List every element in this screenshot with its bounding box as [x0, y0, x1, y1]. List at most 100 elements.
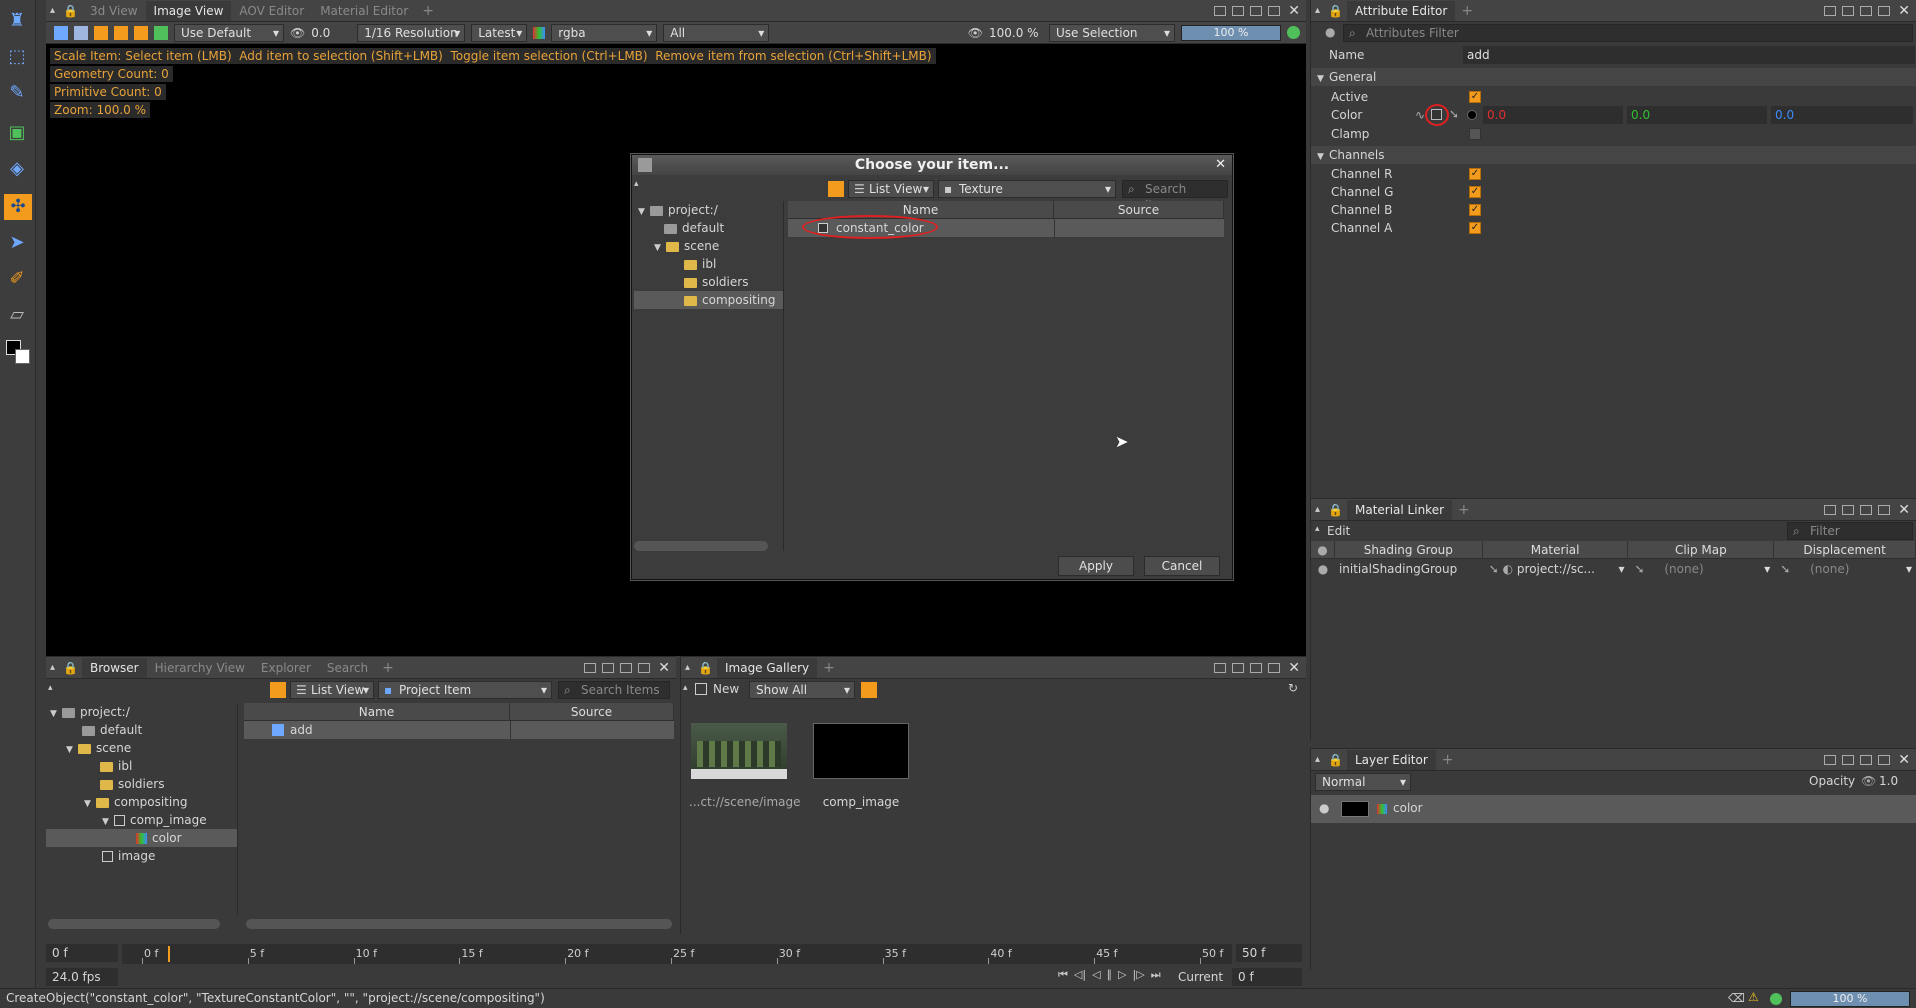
ae-lock-icon[interactable]: 🔒 — [1324, 4, 1347, 18]
first-frame-icon[interactable]: ⏮ — [1058, 968, 1068, 982]
picker-tool-icon[interactable]: ✎ — [6, 82, 28, 104]
split-icon[interactable] — [1250, 5, 1263, 16]
exposure-field[interactable]: 0.0 — [311, 26, 351, 40]
ig-split-icon[interactable] — [1250, 662, 1263, 673]
br-type-filter-select[interactable]: ▪ Project Item — [378, 681, 552, 699]
blend-mode-select[interactable]: Normal — [1315, 773, 1411, 791]
ig-collapse-icon[interactable]: ▴ — [681, 662, 694, 673]
br-tree-image[interactable]: image — [46, 847, 237, 865]
br-col-source[interactable]: Source — [510, 703, 674, 721]
dialog-col-name[interactable]: Name — [788, 201, 1054, 219]
select-tool-icon[interactable]: ➤ — [6, 232, 28, 254]
ml-minimize-icon[interactable] — [1842, 504, 1855, 515]
color-g-field[interactable]: 0.0 — [1627, 106, 1767, 124]
status-warning-icon[interactable]: ⚠ — [1748, 990, 1759, 1004]
le-split-icon[interactable] — [1860, 754, 1873, 765]
dialog-browse-icon[interactable] — [828, 181, 844, 197]
ml-col-clip-map[interactable]: Clip Map — [1628, 541, 1775, 559]
save-icon[interactable] — [74, 25, 88, 40]
curve-icon[interactable]: ∿ — [1415, 108, 1425, 122]
next-key-icon[interactable]: |▷ — [1133, 968, 1145, 982]
ml-row-clip-map-select[interactable]: ➘ (none) ▾ — [1628, 559, 1774, 579]
dialog-tree-scene[interactable]: ▼ scene — [634, 237, 783, 255]
ae-channels-section[interactable]: ▼ Channels — [1311, 146, 1916, 164]
prev-key-icon[interactable]: ◁| — [1074, 968, 1086, 982]
render-icon[interactable] — [54, 25, 68, 40]
dialog-list-row[interactable]: constant_color — [788, 215, 1224, 239]
timeline-end-field[interactable]: 50 f — [1236, 944, 1302, 962]
ml-filter-input[interactable]: ⌕ Filter — [1787, 522, 1913, 540]
layer-row[interactable]: ● color — [1311, 795, 1916, 823]
tab-material-linker[interactable]: Material Linker — [1346, 499, 1453, 520]
le-collapse-icon[interactable]: ▴ — [1311, 754, 1324, 765]
ml-edit-label[interactable]: Edit — [1327, 524, 1350, 538]
color-swatch[interactable] — [1467, 110, 1477, 120]
ae-collapse-icon[interactable]: ▴ — [1311, 5, 1324, 16]
le-add-tab-icon[interactable]: + — [1436, 752, 1460, 768]
br-tree-ibl[interactable]: ibl — [46, 757, 237, 775]
ml-close-icon[interactable]: ✕ — [1898, 502, 1910, 518]
playhead[interactable] — [168, 946, 170, 962]
zoom-field[interactable]: 100.0 % — [989, 26, 1043, 40]
ml-layout-icon[interactable] — [1824, 504, 1837, 515]
maximize-icon[interactable] — [1268, 5, 1281, 16]
tab-hierarchy-view[interactable]: Hierarchy View — [147, 658, 253, 678]
br-collapse-icon[interactable]: ▴ — [46, 662, 59, 673]
play-icon[interactable]: ▷ — [1118, 968, 1126, 982]
dialog-tree-default[interactable]: default — [634, 219, 783, 237]
br-tree-color[interactable]: color — [46, 829, 237, 847]
color-r-field[interactable]: 0.0 — [1483, 106, 1623, 124]
ml-row[interactable]: ● initialShadingGroup ➘ ◐ project://sc..… — [1311, 559, 1916, 579]
new-button[interactable]: New — [713, 682, 739, 696]
current-frame-field[interactable]: 0 f — [1232, 968, 1302, 986]
br-tree-comp-image[interactable]: ▼ comp_image — [46, 811, 237, 829]
ml-col-shading-group[interactable]: Shading Group — [1334, 541, 1483, 559]
ig-close-icon[interactable]: ✕ — [1288, 660, 1300, 676]
br-view-mode-select[interactable]: ☰ List View — [290, 681, 374, 699]
overlay-icon[interactable] — [114, 25, 128, 40]
le-lock-icon[interactable]: 🔒 — [1324, 753, 1347, 767]
br-add-tab-icon[interactable]: + — [376, 660, 400, 676]
ml-row-eye-icon[interactable]: ● — [1311, 559, 1335, 579]
gallery-item-2[interactable]: comp_image — [811, 723, 911, 809]
cancel-button[interactable]: Cancel — [1144, 556, 1220, 576]
br-lock-icon[interactable]: 🔒 — [59, 661, 82, 675]
br-browse-icon[interactable] — [270, 682, 286, 698]
render-tool-icon[interactable]: ♜ — [6, 10, 28, 32]
gallery-item-1[interactable]: ...ct://scene/image — [689, 723, 801, 809]
dialog-tree-compositing[interactable]: compositing — [634, 291, 783, 309]
snapshot-icon[interactable] — [154, 25, 168, 40]
arrow-icon[interactable]: ➘ — [1449, 107, 1459, 121]
layer-select[interactable]: All — [663, 23, 770, 42]
br-tree-scrollbar[interactable] — [48, 919, 220, 929]
eye-icon[interactable]: 👁 — [290, 26, 305, 40]
ml-col-displacement[interactable]: Displacement — [1774, 541, 1916, 559]
apply-button[interactable]: Apply — [1058, 556, 1134, 576]
ae-channel-b-checkbox[interactable]: ✓ — [1469, 204, 1481, 216]
tab-explorer[interactable]: Explorer — [253, 658, 319, 678]
ig-maximize-icon[interactable] — [1268, 662, 1281, 673]
color-b-field[interactable]: 0.0 — [1771, 106, 1913, 124]
layout-icon[interactable] — [1214, 5, 1227, 16]
dialog-view-mode-select[interactable]: ☰ List View — [848, 180, 934, 198]
br-tree-compositing[interactable]: ▼ compositing — [46, 793, 237, 811]
dialog-collapse-icon[interactable]: ▴ — [634, 179, 639, 189]
le-minimize-icon[interactable] — [1842, 754, 1855, 765]
ae-general-section[interactable]: ▼ General — [1311, 68, 1916, 86]
paint-tool-icon[interactable]: ✐ — [6, 268, 28, 290]
color-swatch-icon[interactable] — [6, 340, 32, 366]
gallery-browse-icon[interactable] — [861, 682, 877, 698]
tab-layer-editor[interactable]: Layer Editor — [1346, 749, 1436, 770]
ae-maximize-icon[interactable] — [1878, 5, 1891, 16]
tab-image-gallery[interactable]: Image Gallery — [716, 657, 818, 678]
br-tree-soldiers[interactable]: soldiers — [46, 775, 237, 793]
lock-icon[interactable]: 🔒 — [59, 4, 82, 18]
br-split-icon[interactable] — [620, 662, 633, 673]
ae-eye-icon[interactable]: ● — [1325, 25, 1335, 39]
tab-aov-editor[interactable]: AOV Editor — [231, 1, 312, 21]
br-maximize-icon[interactable] — [638, 662, 651, 673]
pause-icon[interactable]: ∥ — [1107, 968, 1113, 982]
br-tree-default[interactable]: default — [46, 721, 237, 739]
show-mode-select[interactable]: Show All — [749, 681, 855, 699]
minimize-icon[interactable] — [1232, 5, 1245, 16]
